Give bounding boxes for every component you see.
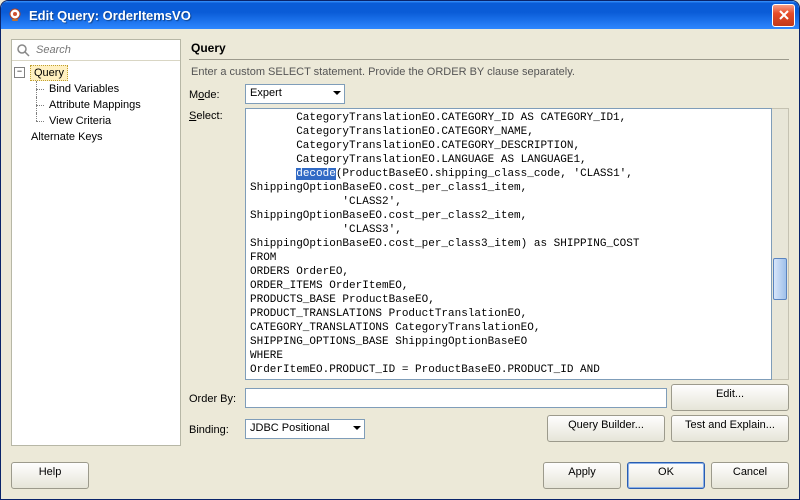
help-button[interactable]: Help — [11, 462, 89, 489]
mode-row: Mode: Expert — [189, 84, 789, 104]
tree-node-alternate-keys[interactable]: Alternate Keys — [28, 130, 106, 144]
test-explain-button[interactable]: Test and Explain... — [671, 415, 789, 442]
orderby-input[interactable] — [245, 388, 667, 408]
select-editor[interactable]: CategoryTranslationEO.CATEGORY_ID AS CAT… — [245, 108, 772, 380]
close-icon — [779, 10, 789, 20]
edit-button[interactable]: Edit... — [671, 384, 789, 411]
close-button[interactable] — [772, 4, 795, 27]
binding-value: JDBC Positional — [250, 422, 329, 434]
mode-label: Mode: — [189, 87, 241, 101]
tree-node-bind-variables[interactable]: Bind Variables — [46, 82, 122, 96]
query-builder-button[interactable]: Query Builder... — [547, 415, 665, 442]
select-label: Select: — [189, 108, 241, 122]
ok-button[interactable]: OK — [627, 462, 705, 489]
mode-value: Expert — [250, 87, 282, 99]
binding-row: Binding: JDBC Positional Query Builder..… — [189, 415, 789, 442]
app-icon — [7, 7, 23, 23]
highlighted-decode: decode — [296, 168, 336, 180]
tree-node-view-criteria[interactable]: View Criteria — [46, 114, 114, 128]
client-area: − Query Bind Variables Attribute Mapping… — [1, 29, 799, 456]
select-editor-wrap: CategoryTranslationEO.CATEGORY_ID AS CAT… — [245, 108, 789, 380]
select-row: Select: CategoryTranslationEO.CATEGORY_I… — [189, 108, 789, 380]
binding-label: Binding: — [189, 422, 241, 436]
navigator-panel: − Query Bind Variables Attribute Mapping… — [11, 39, 181, 446]
search-icon — [16, 43, 30, 57]
apply-button[interactable]: Apply — [543, 462, 621, 489]
panel-description: Enter a custom SELECT statement. Provide… — [189, 64, 789, 84]
dialog-window: Edit Query: OrderItemsVO − Quer — [0, 0, 800, 500]
nav-tree[interactable]: − Query Bind Variables Attribute Mapping… — [12, 61, 180, 445]
search-input[interactable] — [34, 43, 176, 57]
scrollbar-thumb[interactable] — [773, 258, 787, 300]
dialog-button-bar: Help Apply OK Cancel — [1, 456, 799, 499]
query-panel: Query Enter a custom SELECT statement. P… — [189, 39, 789, 446]
binding-dropdown[interactable]: JDBC Positional — [245, 419, 365, 439]
mode-dropdown[interactable]: Expert — [245, 84, 345, 104]
tree-node-attribute-mappings[interactable]: Attribute Mappings — [46, 98, 144, 112]
panel-header: Query — [189, 39, 789, 60]
tree-node-query[interactable]: Query — [30, 65, 68, 81]
titlebar[interactable]: Edit Query: OrderItemsVO — [1, 1, 799, 29]
cancel-button[interactable]: Cancel — [711, 462, 789, 489]
search-bar — [12, 40, 180, 61]
select-scrollbar[interactable] — [772, 108, 789, 380]
orderby-row: Order By: Edit... — [189, 384, 789, 411]
tree-expander[interactable]: − — [14, 67, 25, 78]
window-title: Edit Query: OrderItemsVO — [29, 8, 772, 23]
orderby-label: Order By: — [189, 391, 241, 405]
